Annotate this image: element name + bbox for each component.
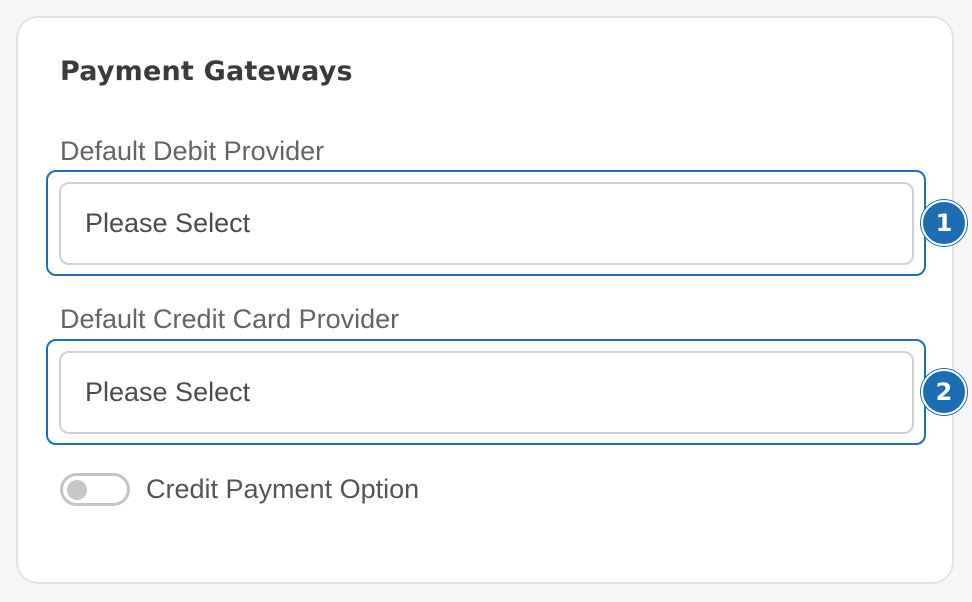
step-badge-1: 1 bbox=[921, 200, 967, 246]
credit-card-provider-value: Please Select bbox=[85, 377, 251, 407]
credit-payment-option-label: Credit Payment Option bbox=[146, 474, 420, 504]
debit-provider-value: Please Select bbox=[85, 208, 251, 238]
credit-card-provider-select[interactable]: Please Select bbox=[59, 351, 914, 434]
payment-gateways-card: Payment Gateways Default Debit Provider … bbox=[16, 16, 967, 584]
step-badge-2: 2 bbox=[921, 369, 967, 415]
card-title: Payment Gateways bbox=[60, 56, 353, 87]
debit-provider-select[interactable]: Please Select bbox=[59, 182, 914, 265]
debit-provider-highlight: Please Select bbox=[46, 170, 926, 276]
credit-payment-option-toggle[interactable] bbox=[60, 473, 130, 506]
toggle-knob bbox=[67, 480, 87, 500]
credit-card-provider-highlight: Please Select bbox=[46, 339, 926, 445]
credit-card-provider-label: Default Credit Card Provider bbox=[60, 304, 400, 334]
credit-payment-option-row: Credit Payment Option bbox=[60, 473, 419, 506]
debit-provider-label: Default Debit Provider bbox=[60, 136, 325, 166]
